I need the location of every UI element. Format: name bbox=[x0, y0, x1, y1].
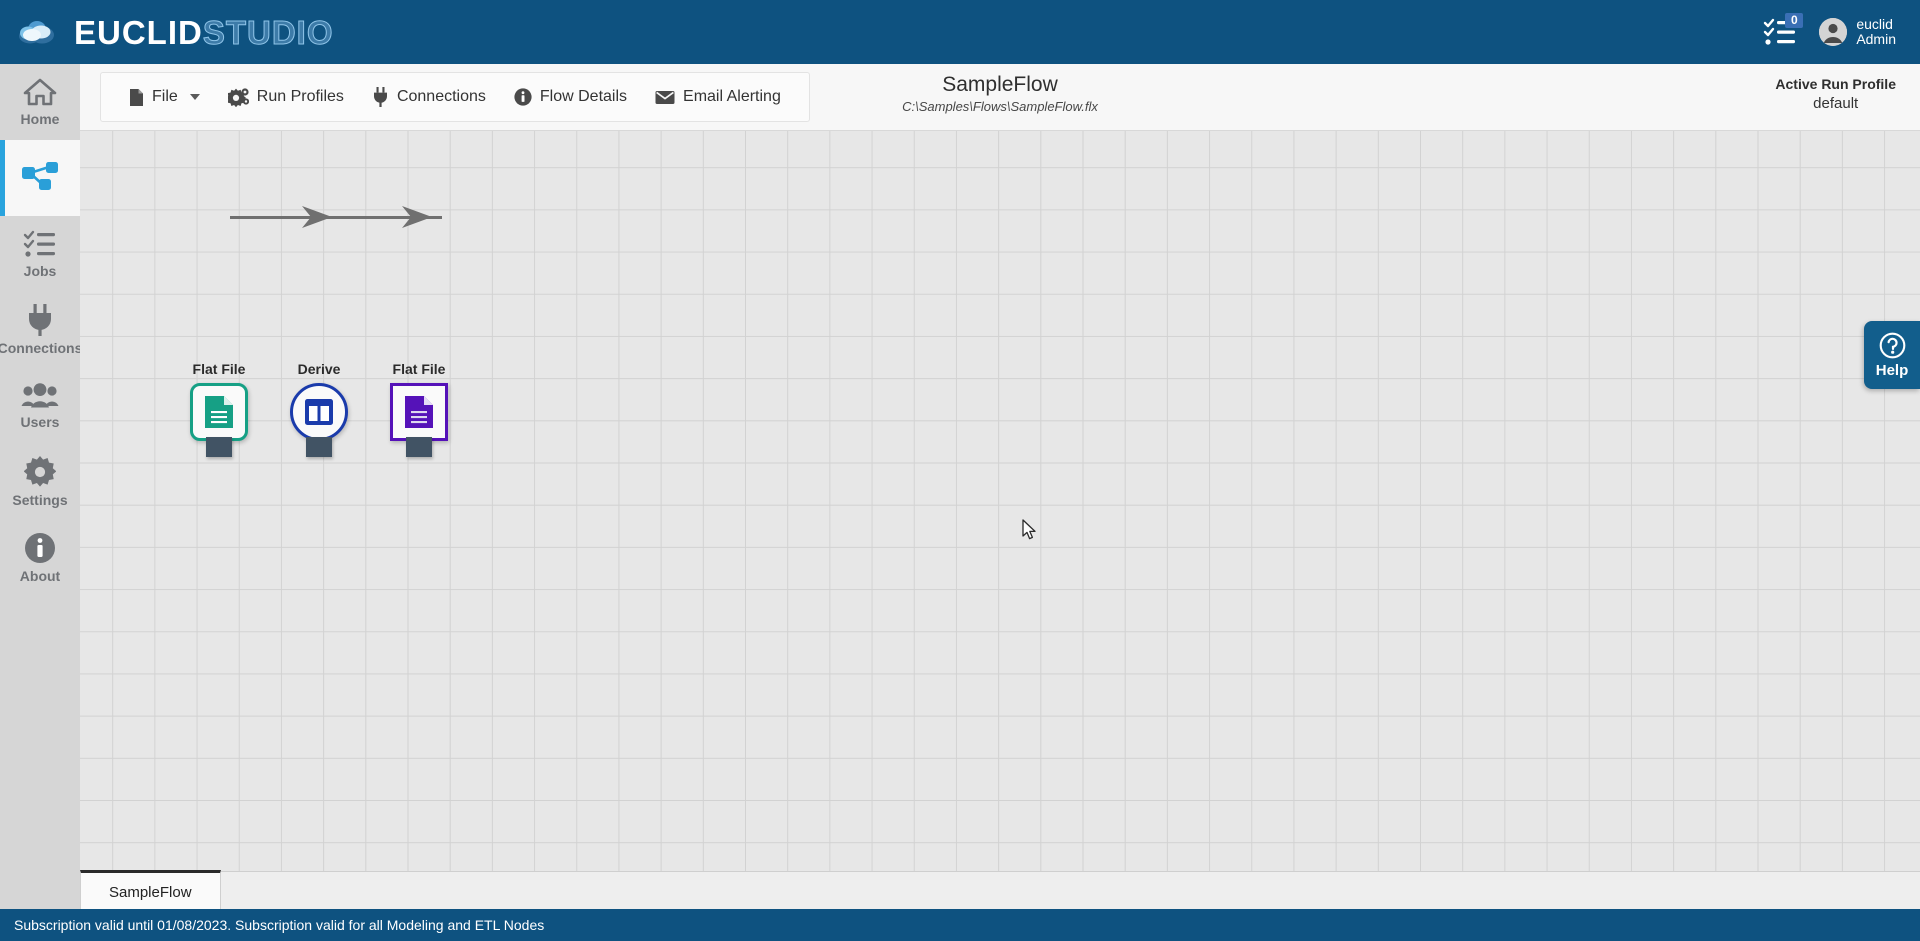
flow-node-flat-file-target[interactable]: Flat File bbox=[390, 361, 448, 461]
brand-text-primary: EUCLID bbox=[74, 13, 203, 51]
flow-node-flat-file-source[interactable]: Flat File bbox=[190, 361, 248, 461]
menu-item-label: File bbox=[152, 88, 178, 105]
menu-item-label: Email Alerting bbox=[683, 88, 781, 105]
sidebar-item-jobs[interactable]: Jobs bbox=[0, 216, 80, 292]
flow-menu-bar: File Run Profiles Connections Flow Detai… bbox=[100, 72, 810, 122]
mouse-cursor bbox=[1022, 519, 1038, 546]
sidebar-item-label: Settings bbox=[12, 492, 68, 508]
flow-node-label: Flat File bbox=[192, 361, 246, 377]
sidebar-item-label: Jobs bbox=[23, 263, 57, 279]
chevron-down-icon bbox=[189, 94, 200, 100]
flow-node-derive[interactable]: Derive bbox=[290, 361, 348, 461]
user-role: Admin bbox=[1856, 31, 1896, 47]
sidebar-item-home[interactable]: Home bbox=[0, 64, 80, 140]
jobs-checklist-icon bbox=[23, 230, 55, 257]
flow-node-port[interactable] bbox=[306, 437, 332, 457]
flow-tab-sampleflow[interactable]: SampleFlow bbox=[80, 870, 221, 912]
flow-node-label: Flat File bbox=[392, 361, 446, 377]
flow-tab-strip: SampleFlow bbox=[80, 870, 1920, 912]
sidebar-item-label: Connections bbox=[0, 340, 83, 356]
header-actions: 0 euclid Admin bbox=[1763, 13, 1896, 47]
flow-toolbar: File Run Profiles Connections Flow Detai… bbox=[80, 64, 1920, 131]
menu-item-email-alerting[interactable]: Email Alerting bbox=[641, 74, 795, 120]
info-circle-icon bbox=[514, 88, 532, 106]
cloud-icon bbox=[16, 16, 60, 48]
user-identity: euclid Admin bbox=[1856, 17, 1896, 47]
left-sidebar: Home Jobs Connections Users Settings Abo… bbox=[0, 64, 83, 941]
menu-item-label: Connections bbox=[396, 88, 486, 105]
help-button[interactable]: Help bbox=[1864, 321, 1920, 389]
document-icon bbox=[205, 396, 233, 428]
subscription-status-text: Subscription valid until 01/08/2023. Sub… bbox=[14, 917, 545, 933]
document-icon bbox=[405, 396, 433, 428]
user-avatar-icon bbox=[1819, 18, 1848, 46]
sidebar-item-connections[interactable]: Connections bbox=[0, 292, 83, 368]
active-run-profile-value: default bbox=[1813, 95, 1859, 112]
users-icon bbox=[21, 383, 59, 408]
help-button-label: Help bbox=[1875, 361, 1909, 379]
brand-text-secondary: STUDIO bbox=[202, 13, 334, 51]
application-window: EUCLID STUDIO 0 euclid Admin Home Jobs C… bbox=[0, 0, 1920, 941]
table-split-icon bbox=[305, 399, 333, 425]
file-icon bbox=[130, 88, 143, 106]
user-menu[interactable]: euclid Admin bbox=[1819, 17, 1896, 47]
active-run-profile[interactable]: Active Run Profile default bbox=[1775, 74, 1896, 114]
sidebar-item-about[interactable]: About bbox=[0, 520, 80, 596]
info-icon bbox=[25, 533, 55, 563]
flow-nodes-icon bbox=[22, 162, 58, 190]
sidebar-item-users[interactable]: Users bbox=[0, 368, 80, 444]
plug-icon bbox=[373, 87, 387, 107]
home-icon bbox=[23, 78, 57, 106]
sidebar-item-label: Users bbox=[20, 414, 60, 430]
user-name: euclid bbox=[1856, 16, 1893, 32]
flow-tab-label: SampleFlow bbox=[109, 884, 192, 901]
sidebar-item-label: Home bbox=[20, 111, 60, 127]
flow-node-body[interactable] bbox=[290, 383, 348, 441]
flow-node-label: Derive bbox=[297, 361, 341, 377]
tasks-button[interactable]: 0 bbox=[1763, 13, 1804, 47]
flow-node-output-port[interactable] bbox=[206, 437, 232, 457]
flow-node-body[interactable] bbox=[390, 383, 448, 441]
plug-icon bbox=[29, 304, 51, 336]
status-bar: Subscription valid until 01/08/2023. Sub… bbox=[0, 909, 1920, 941]
tasks-badge-count: 0 bbox=[1785, 13, 1804, 28]
menu-item-connections[interactable]: Connections bbox=[358, 74, 500, 120]
active-run-profile-label: Active Run Profile bbox=[1775, 76, 1896, 92]
sidebar-item-flows[interactable] bbox=[0, 140, 80, 216]
sidebar-item-label: About bbox=[19, 568, 61, 584]
gears-icon bbox=[227, 87, 249, 107]
question-circle-icon bbox=[1879, 332, 1905, 358]
flow-node-input-port[interactable] bbox=[406, 437, 432, 457]
menu-item-label: Flow Details bbox=[539, 88, 628, 105]
menu-item-flow-details[interactable]: Flow Details bbox=[500, 74, 641, 120]
app-logo[interactable]: EUCLID STUDIO bbox=[16, 13, 334, 51]
brand-wordmark: EUCLID STUDIO bbox=[74, 13, 334, 51]
flow-canvas[interactable]: Flat File Derive Flat File Help bbox=[80, 131, 1920, 871]
top-header-bar: EUCLID STUDIO 0 euclid Admin bbox=[0, 0, 1920, 64]
menu-item-label: Run Profiles bbox=[256, 88, 344, 105]
menu-item-file[interactable]: File bbox=[115, 74, 214, 120]
sidebar-item-settings[interactable]: Settings bbox=[0, 444, 80, 520]
menu-item-run-profiles[interactable]: Run Profiles bbox=[214, 74, 358, 120]
main-content-area: File Run Profiles Connections Flow Detai… bbox=[80, 64, 1920, 941]
flow-node-body[interactable] bbox=[190, 383, 248, 441]
envelope-icon bbox=[655, 90, 675, 104]
gear-icon bbox=[24, 456, 56, 487]
